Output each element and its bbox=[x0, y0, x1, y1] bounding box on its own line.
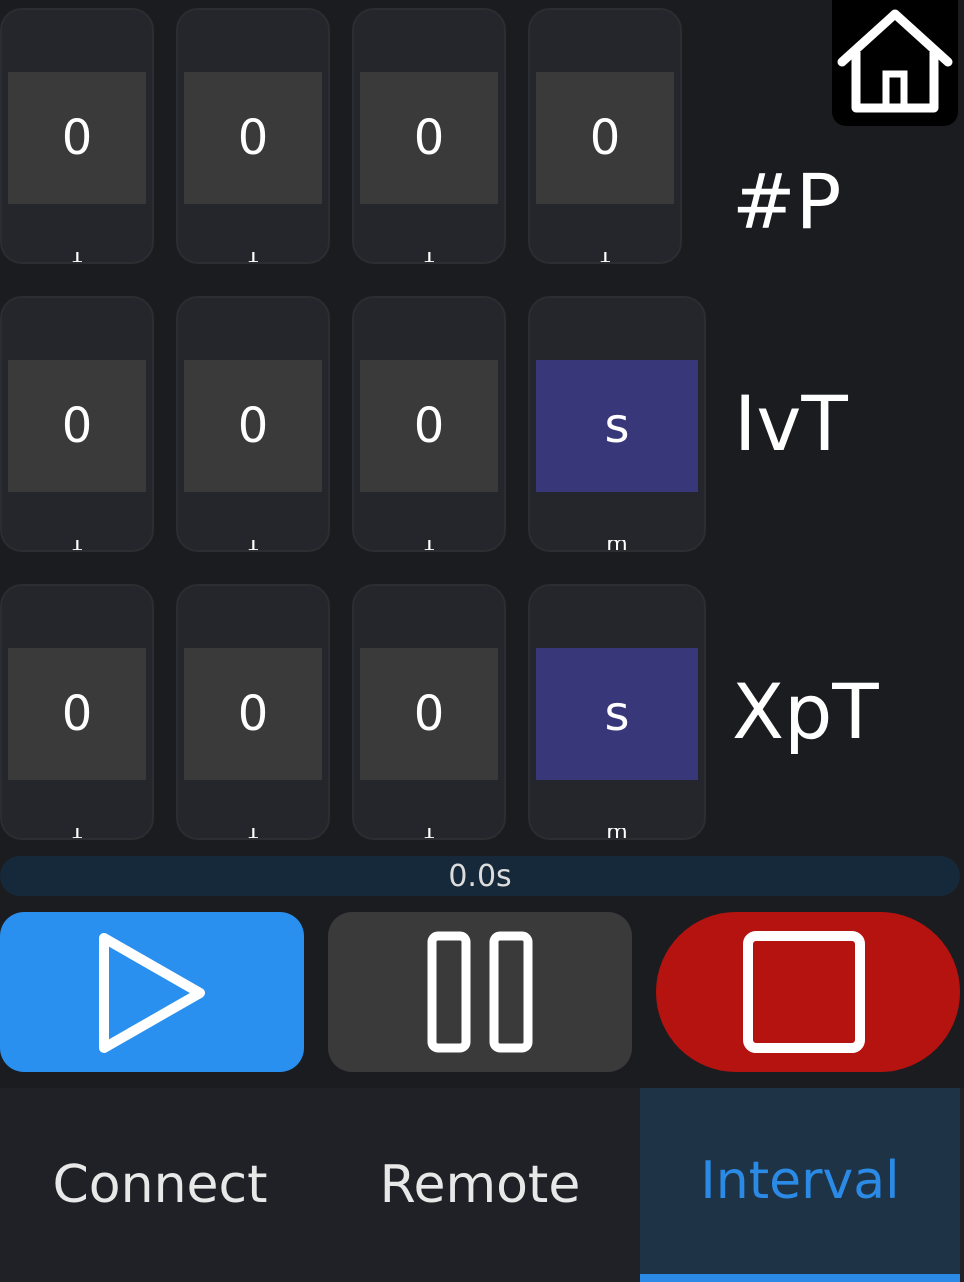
roller-value: 0 bbox=[360, 72, 498, 204]
roller-p-1[interactable]: 0 1 bbox=[0, 8, 154, 264]
roller-next: 1 bbox=[2, 252, 152, 262]
roller-next: 1 bbox=[354, 252, 504, 262]
roller-next: m bbox=[530, 540, 704, 550]
roller-next: 1 bbox=[2, 540, 152, 550]
play-button[interactable] bbox=[0, 912, 304, 1072]
progress-bar: 0.0s bbox=[0, 856, 960, 896]
roller-next: 1 bbox=[2, 828, 152, 838]
stop-button[interactable] bbox=[656, 912, 960, 1072]
roller-next: 1 bbox=[354, 540, 504, 550]
tab-interval[interactable]: Interval bbox=[640, 1088, 960, 1282]
roller-value: 0 bbox=[184, 72, 322, 204]
roller-next: 1 bbox=[354, 828, 504, 838]
roller-xpt-1[interactable]: 0 1 bbox=[0, 584, 154, 840]
roller-p-3[interactable]: 0 1 bbox=[352, 8, 506, 264]
roller-ivt-3[interactable]: 0 1 bbox=[352, 296, 506, 552]
roller-p-2[interactable]: 0 1 bbox=[176, 8, 330, 264]
roller-value: 0 bbox=[8, 360, 146, 492]
play-icon bbox=[99, 933, 205, 1053]
roller-ivt-unit[interactable]: s m bbox=[528, 296, 706, 552]
roller-xpt-3[interactable]: 0 1 bbox=[352, 584, 506, 840]
roller-value: 0 bbox=[536, 72, 674, 204]
roller-xpt-unit[interactable]: s m bbox=[528, 584, 706, 840]
row-interval: 0 1 0 1 0 1 s m IvT bbox=[0, 296, 964, 552]
row-label-pictures: #P bbox=[732, 157, 842, 246]
row-pictures: 0 1 0 1 0 1 0 1 #P bbox=[0, 8, 964, 264]
roller-value: s bbox=[536, 648, 698, 780]
tab-bar: Connect Remote Interval bbox=[0, 1088, 964, 1282]
tab-remote[interactable]: Remote bbox=[320, 1088, 640, 1282]
roller-xpt-2[interactable]: 0 1 bbox=[176, 584, 330, 840]
roller-ivt-2[interactable]: 0 1 bbox=[176, 296, 330, 552]
roller-ivt-1[interactable]: 0 1 bbox=[0, 296, 154, 552]
roller-next: m bbox=[530, 828, 704, 838]
roller-value: 0 bbox=[184, 648, 322, 780]
roller-value: 0 bbox=[360, 648, 498, 780]
roller-value: 0 bbox=[8, 72, 146, 204]
roller-next: 1 bbox=[178, 540, 328, 550]
stop-icon bbox=[743, 931, 865, 1053]
row-label-interval: IvT bbox=[734, 379, 848, 468]
progress-text: 0.0s bbox=[448, 858, 512, 894]
row-exposure: 0 1 0 1 0 1 s m XpT bbox=[0, 584, 964, 840]
roller-next: 1 bbox=[530, 252, 680, 262]
pause-button[interactable] bbox=[328, 912, 632, 1072]
pause-icon bbox=[427, 931, 533, 1053]
tab-connect[interactable]: Connect bbox=[0, 1088, 320, 1282]
roller-value: 0 bbox=[360, 360, 498, 492]
roller-next: 1 bbox=[178, 252, 328, 262]
roller-next: 1 bbox=[178, 828, 328, 838]
roller-value: 0 bbox=[8, 648, 146, 780]
row-label-exposure: XpT bbox=[732, 667, 879, 756]
roller-value: 0 bbox=[184, 360, 322, 492]
roller-value: s bbox=[536, 360, 698, 492]
roller-p-4[interactable]: 0 1 bbox=[528, 8, 682, 264]
